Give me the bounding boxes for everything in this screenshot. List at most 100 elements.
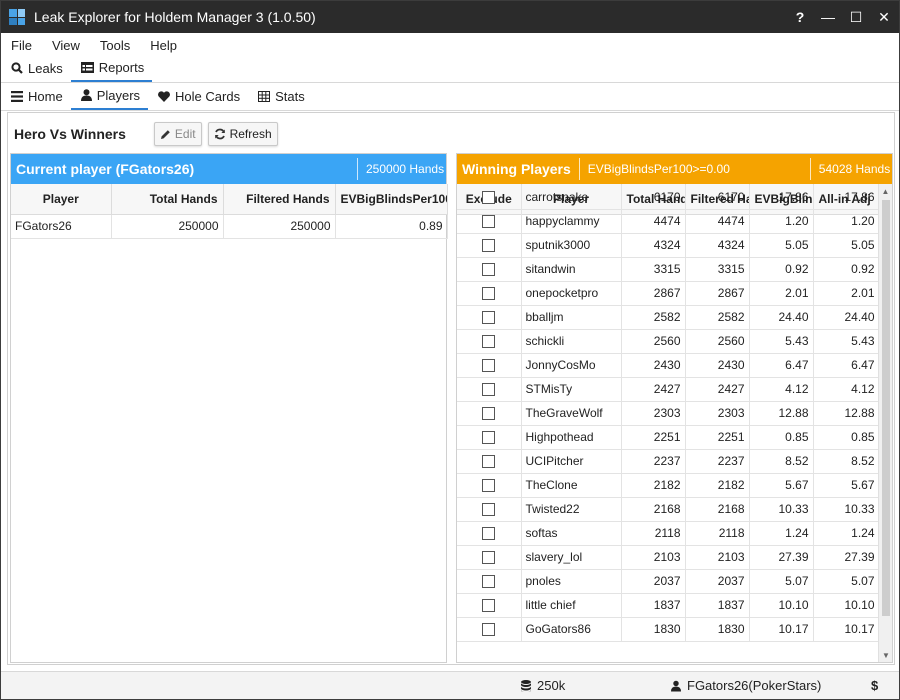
- exclude-checkbox[interactable]: [482, 263, 496, 277]
- table-row[interactable]: happyclammy 4474 4474 1.20 1.20: [457, 209, 879, 234]
- column-header-filtered-hands[interactable]: Filtered Hands: [223, 184, 336, 215]
- column-header-player[interactable]: Player: [11, 184, 112, 215]
- winning-players-rows[interactable]: carrotsnake 6170 6170 17.86 17.86 happyclammy…: [457, 185, 879, 662]
- currency-icon[interactable]: $: [871, 678, 878, 693]
- table-row[interactable]: pnoles 2037 2037 5.07 5.07: [457, 569, 879, 594]
- vertical-scrollbar[interactable]: ▲ ▼: [878, 184, 892, 662]
- table-row[interactable]: UCIPitcher 2237 2237 8.52 8.52: [457, 449, 879, 474]
- exclude-checkbox[interactable]: [482, 431, 496, 445]
- refresh-button[interactable]: Refresh: [207, 122, 278, 146]
- cell-player: onepocketpro: [521, 281, 622, 306]
- table-row[interactable]: schickli 2560 2560 5.43 5.43: [457, 329, 879, 354]
- exclude-checkbox[interactable]: [482, 575, 496, 589]
- table-row[interactable]: JonnyCosMo 2430 2430 6.47 6.47: [457, 353, 879, 378]
- cell-total-hands: 2182: [621, 473, 686, 498]
- exclude-checkbox[interactable]: [482, 503, 496, 517]
- cell-ev-bb100: 1.24: [749, 521, 814, 546]
- exclude-checkbox[interactable]: [482, 239, 496, 253]
- exclude-cell: [457, 521, 522, 546]
- close-button[interactable]: ✕: [871, 1, 897, 33]
- tab-hole-cards[interactable]: Hole Cards: [148, 86, 248, 110]
- cell-filtered-hands: 2103: [685, 545, 750, 570]
- exclude-checkbox[interactable]: [482, 599, 496, 613]
- exclude-checkbox[interactable]: [482, 551, 496, 565]
- user-icon: [671, 680, 681, 691]
- menu-tools[interactable]: Tools: [90, 38, 140, 53]
- table-row[interactable]: softas 2118 2118 1.24 1.24: [457, 521, 879, 546]
- table-icon: [80, 61, 94, 73]
- table-row[interactable]: TheGraveWolf 2303 2303 12.88 12.88: [457, 401, 879, 426]
- table-row[interactable]: TheClone 2182 2182 5.67 5.67: [457, 473, 879, 498]
- cell-allin-adj: 2.01: [813, 281, 879, 306]
- winning-players-table: carrotsnake 6170 6170 17.86 17.86 happyclammy…: [457, 185, 879, 642]
- exclude-cell: [457, 401, 522, 426]
- exclude-cell: [457, 593, 522, 618]
- cell-ev-bb100: 0.89: [335, 214, 448, 239]
- cell-total-hands: 2582: [621, 305, 686, 330]
- exclude-checkbox[interactable]: [482, 527, 496, 541]
- cell-allin-adj: 5.05: [813, 233, 879, 258]
- exclude-checkbox[interactable]: [482, 311, 496, 325]
- exclude-checkbox[interactable]: [482, 215, 496, 229]
- tab-players[interactable]: Players: [70, 86, 149, 110]
- app-logo-icon: [9, 9, 25, 25]
- menu-file[interactable]: File: [1, 38, 42, 53]
- tab-home[interactable]: Home: [1, 86, 71, 110]
- exclude-cell: [457, 329, 522, 354]
- table-row[interactable]: sputnik3000 4324 4324 5.05 5.05: [457, 233, 879, 258]
- table-row[interactable]: slavery_lol 2103 2103 27.39 27.39: [457, 545, 879, 570]
- table-row[interactable]: sitandwin 3315 3315 0.92 0.92: [457, 257, 879, 282]
- tab-reports[interactable]: Reports: [70, 58, 153, 82]
- tab-leaks[interactable]: Leaks: [1, 58, 71, 82]
- exclude-checkbox[interactable]: [482, 383, 496, 397]
- exclude-cell: [457, 185, 522, 210]
- scroll-down-icon[interactable]: ▼: [879, 648, 892, 662]
- scrollbar-thumb[interactable]: [882, 200, 890, 616]
- tab-stats[interactable]: Stats: [248, 86, 313, 110]
- table-row[interactable]: bballjm 2582 2582 24.40 24.40: [457, 305, 879, 330]
- help-button[interactable]: ?: [787, 1, 813, 33]
- cell-player: happyclammy: [521, 209, 622, 234]
- table-row[interactable]: STMisTy 2427 2427 4.12 4.12: [457, 377, 879, 402]
- exclude-checkbox[interactable]: [482, 407, 496, 421]
- table-row[interactable]: carrotsnake 6170 6170 17.86 17.86: [457, 185, 879, 210]
- exclude-cell: [457, 377, 522, 402]
- refresh-button-label: Refresh: [229, 127, 272, 141]
- report-panel: Hero Vs Winners Edit Refresh Current pla…: [7, 112, 895, 665]
- cell-total-hands: 2430: [621, 353, 686, 378]
- menu-view[interactable]: View: [42, 38, 90, 53]
- edit-button[interactable]: Edit: [153, 122, 202, 146]
- cell-ev-bb100: 5.07: [749, 569, 814, 594]
- menu-help[interactable]: Help: [140, 38, 187, 53]
- exclude-checkbox[interactable]: [482, 623, 496, 637]
- cell-allin-adj: 0.85: [813, 425, 879, 450]
- exclude-checkbox[interactable]: [482, 479, 496, 493]
- status-bar: 250k FGators26(PokerStars) $: [1, 671, 899, 699]
- cell-filtered-hands: 4324: [685, 233, 750, 258]
- cell-player: JonnyCosMo: [521, 353, 622, 378]
- exclude-checkbox[interactable]: [482, 359, 496, 373]
- exclude-checkbox[interactable]: [482, 455, 496, 469]
- table-row[interactable]: Twisted22 2168 2168 10.33 10.33: [457, 497, 879, 522]
- cell-total-hands: 2251: [621, 425, 686, 450]
- minimize-button[interactable]: —: [815, 1, 841, 33]
- cell-filtered-hands: 2251: [685, 425, 750, 450]
- table-row[interactable]: little chief 1837 1837 10.10 10.10: [457, 593, 879, 618]
- table-row[interactable]: onepocketpro 2867 2867 2.01 2.01: [457, 281, 879, 306]
- exclude-checkbox[interactable]: [482, 287, 496, 301]
- table-row[interactable]: GoGators86 1830 1830 10.17 10.17: [457, 617, 879, 642]
- column-header-ev-bb100[interactable]: EVBigBlindsPer100: [335, 184, 448, 215]
- maximize-button[interactable]: ☐: [843, 1, 869, 33]
- exclude-checkbox[interactable]: [482, 335, 496, 349]
- column-header-total-hands[interactable]: Total Hands: [111, 184, 224, 215]
- scroll-up-icon[interactable]: ▲: [879, 184, 892, 198]
- title-bar[interactable]: Leak Explorer for Holdem Manager 3 (1.0.…: [1, 1, 899, 33]
- cell-player: FGators26: [11, 214, 112, 239]
- table-row[interactable]: Highpothead 2251 2251 0.85 0.85: [457, 425, 879, 450]
- exclude-checkbox[interactable]: [482, 190, 496, 204]
- cell-player: schickli: [521, 329, 622, 354]
- window-title: Leak Explorer for Holdem Manager 3 (1.0.…: [34, 9, 316, 25]
- app-window: Leak Explorer for Holdem Manager 3 (1.0.…: [0, 0, 900, 700]
- table-row[interactable]: FGators26 250000 250000 0.89: [11, 214, 448, 239]
- edit-button-label: Edit: [174, 127, 196, 141]
